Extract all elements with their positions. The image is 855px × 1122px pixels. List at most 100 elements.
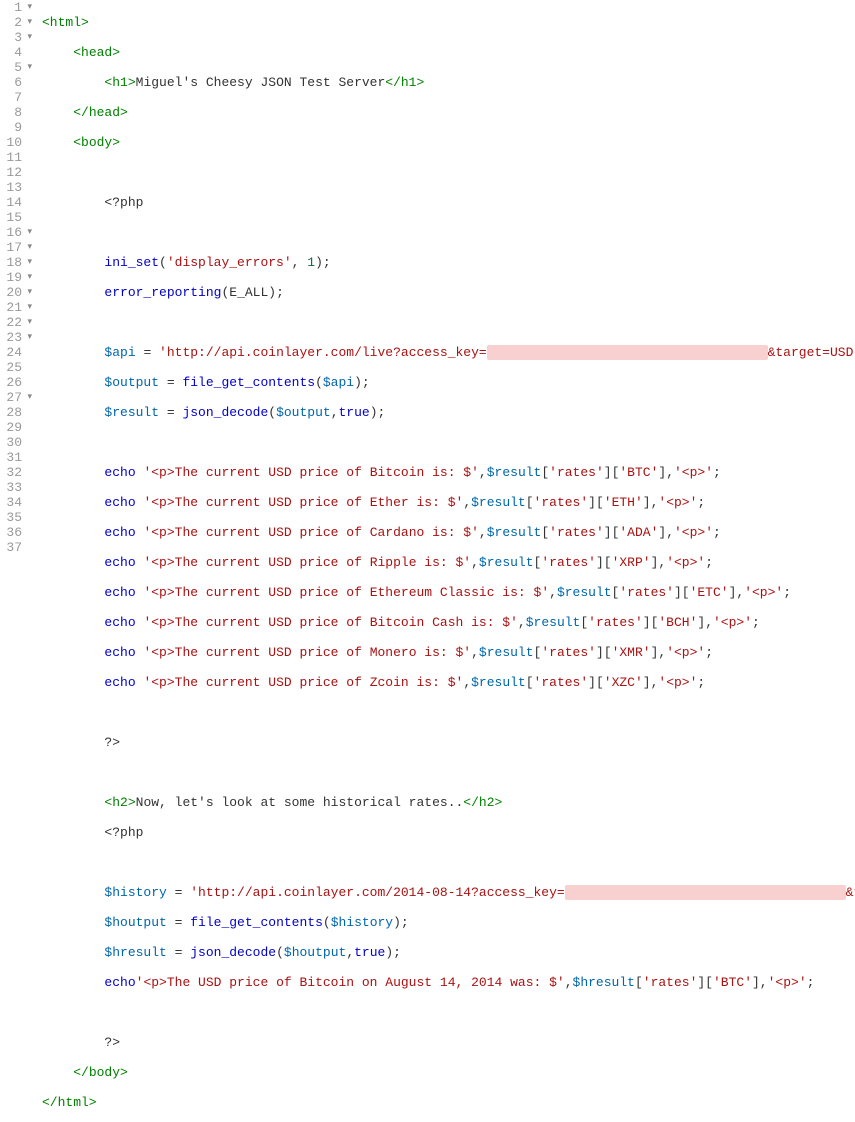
html-tag: </body> xyxy=(73,1065,128,1080)
php-string: &target=USD' xyxy=(846,885,855,900)
line-number: 5 xyxy=(0,60,22,75)
code-line xyxy=(42,435,855,450)
code-line: $hresult = json_decode($houtput,true); xyxy=(42,945,855,960)
html-tag: </h2> xyxy=(463,795,502,810)
code-line: $api = 'http://api.coinlayer.com/live?ac… xyxy=(42,345,855,360)
line-number: 20 xyxy=(0,285,22,300)
line-number: 18 xyxy=(0,255,22,270)
line-number: 8 xyxy=(0,105,22,120)
php-close: ?> xyxy=(104,735,120,750)
code-line xyxy=(42,765,855,780)
code-line: echo '<p>The current USD price of Bitcoi… xyxy=(42,465,855,480)
line-number: 13 xyxy=(0,180,22,195)
line-number: 14 xyxy=(0,195,22,210)
code-line: <h1>Miguel's Cheesy JSON Test Server</h1… xyxy=(42,75,855,90)
line-number: 24 xyxy=(0,345,22,360)
html-tag: <h2> xyxy=(104,795,135,810)
line-number: 23 xyxy=(0,330,22,345)
html-text: Now, let's look at some historical rates… xyxy=(136,795,464,810)
line-number: 10 xyxy=(0,135,22,150)
redacted-api-key: XXXXXXXXXXXXXXXXXXXXXXXXXXXXXXXXXXXX xyxy=(565,885,846,900)
code-line xyxy=(42,315,855,330)
html-tag: </head> xyxy=(73,105,128,120)
php-function: error_reporting xyxy=(104,285,221,300)
php-variable: $history xyxy=(104,885,166,900)
php-variable: $output xyxy=(104,375,159,390)
line-number: 17 xyxy=(0,240,22,255)
code-line xyxy=(42,165,855,180)
html-tag: <head> xyxy=(73,45,120,60)
line-number: 9 xyxy=(0,120,22,135)
line-number: 27 xyxy=(0,390,22,405)
line-number: 1 xyxy=(0,0,22,15)
php-variable: $result xyxy=(104,405,159,420)
php-function: json_decode xyxy=(182,405,268,420)
code-line: $houtput = file_get_contents($history); xyxy=(42,915,855,930)
line-number: 12 xyxy=(0,165,22,180)
php-number: 1 xyxy=(307,255,315,270)
line-number: 7 xyxy=(0,90,22,105)
code-line: error_reporting(E_ALL); xyxy=(42,285,855,300)
line-number: 33 xyxy=(0,480,22,495)
html-text: Miguel's Cheesy JSON Test Server xyxy=(136,75,386,90)
code-line: <html> xyxy=(42,15,855,30)
code-line xyxy=(42,1005,855,1020)
line-number: 3 xyxy=(0,30,22,45)
code-line: echo'<p>The USD price of Bitcoin on Augu… xyxy=(42,975,855,990)
line-number: 21 xyxy=(0,300,22,315)
html-tag: <body> xyxy=(73,135,120,150)
line-number: 34 xyxy=(0,495,22,510)
code-line: echo '<p>The current USD price of Ripple… xyxy=(42,555,855,570)
code-line: echo '<p>The current USD price of Cardan… xyxy=(42,525,855,540)
line-number-gutter: 1234567891011121314151617181920212223242… xyxy=(0,0,28,561)
line-number: 36 xyxy=(0,525,22,540)
redacted-api-key: XXXXXXXXXXXXXXXXXXXXXXXXXXXXXXXXXXXX xyxy=(487,345,768,360)
code-line xyxy=(42,855,855,870)
html-tag: </html> xyxy=(42,1095,97,1110)
php-close: ?> xyxy=(104,1035,120,1050)
line-number: 19 xyxy=(0,270,22,285)
code-line: <?php xyxy=(42,825,855,840)
php-string: 'display_errors' xyxy=(167,255,292,270)
code-line: $result = json_decode($output,true); xyxy=(42,405,855,420)
line-number: 29 xyxy=(0,420,22,435)
php-string: 'http://api.coinlayer.com/2014-08-14?acc… xyxy=(190,885,564,900)
code-line: ini_set('display_errors', 1); xyxy=(42,255,855,270)
code-line: echo '<p>The current USD price of Ethere… xyxy=(42,585,855,600)
php-string: &target=USD' xyxy=(768,345,855,360)
php-constant: E_ALL xyxy=(229,285,268,300)
php-function: ini_set xyxy=(104,255,159,270)
line-number: 4 xyxy=(0,45,22,60)
code-line: <body> xyxy=(42,135,855,150)
html-tag: <h1> xyxy=(104,75,135,90)
php-variable: $api xyxy=(104,345,135,360)
line-number: 37 xyxy=(0,540,22,555)
code-line: echo '<p>The current USD price of Ether … xyxy=(42,495,855,510)
line-number: 25 xyxy=(0,360,22,375)
code-line: echo '<p>The current USD price of Zcoin … xyxy=(42,675,855,690)
code-editor-content[interactable]: <html> <head> <h1>Miguel's Cheesy JSON T… xyxy=(28,0,855,561)
code-line: <head> xyxy=(42,45,855,60)
line-number: 28 xyxy=(0,405,22,420)
code-line: </head> xyxy=(42,105,855,120)
php-string: 'http://api.coinlayer.com/live?access_ke… xyxy=(159,345,487,360)
line-number: 6 xyxy=(0,75,22,90)
code-line: ?> xyxy=(42,735,855,750)
php-open: <?php xyxy=(104,195,143,210)
line-number: 26 xyxy=(0,375,22,390)
line-number: 11 xyxy=(0,150,22,165)
code-line: </html> xyxy=(42,1095,855,1110)
code-line: $output = file_get_contents($api); xyxy=(42,375,855,390)
php-function: file_get_contents xyxy=(182,375,315,390)
code-line: $history = 'http://api.coinlayer.com/201… xyxy=(42,885,855,900)
line-number: 35 xyxy=(0,510,22,525)
line-number: 31 xyxy=(0,450,22,465)
code-line xyxy=(42,705,855,720)
php-open: <?php xyxy=(104,825,143,840)
code-line: ?> xyxy=(42,1035,855,1050)
line-number: 16 xyxy=(0,225,22,240)
code-line: echo '<p>The current USD price of Monero… xyxy=(42,645,855,660)
code-line: <?php xyxy=(42,195,855,210)
html-tag: </h1> xyxy=(385,75,424,90)
html-tag: <html> xyxy=(42,15,89,30)
